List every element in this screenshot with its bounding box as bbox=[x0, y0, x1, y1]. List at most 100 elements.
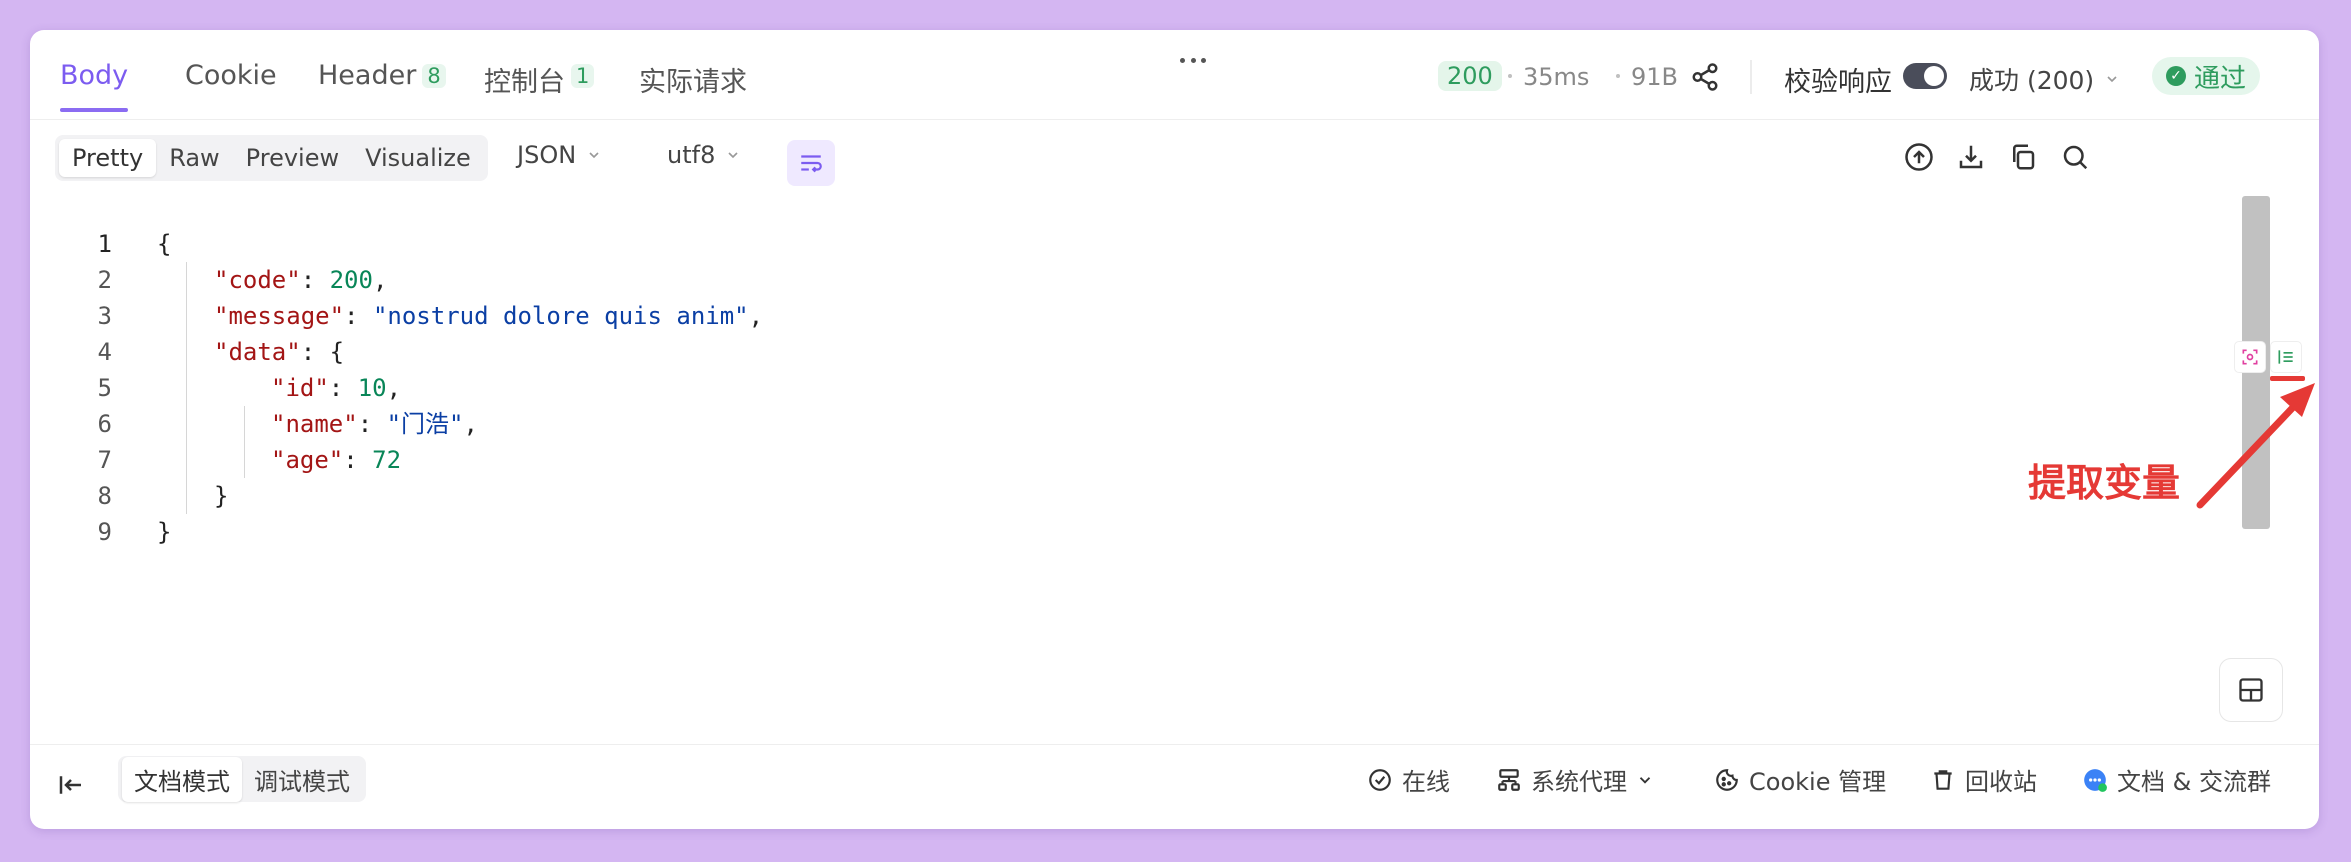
code-text: "id": 10, bbox=[271, 370, 401, 406]
tab-cookie[interactable]: Cookie bbox=[185, 60, 277, 110]
online-label: 在线 bbox=[1402, 768, 1450, 796]
tab-label: Cookie bbox=[185, 60, 277, 91]
result-select[interactable]: 成功 (200) bbox=[1969, 61, 2120, 97]
line-number: 3 bbox=[97, 302, 112, 330]
trash-button[interactable]: 回收站 bbox=[1930, 762, 2037, 797]
share-icon[interactable] bbox=[1690, 62, 1720, 92]
docs-label: 文档 & 交流群 bbox=[2117, 768, 2271, 796]
separator-dot bbox=[1616, 74, 1620, 78]
pass-badge: ✓ 通过 bbox=[2152, 57, 2261, 95]
tab-label: Body bbox=[60, 60, 129, 91]
network-icon bbox=[1498, 768, 1520, 791]
mode-debug[interactable]: 调试模式 bbox=[242, 757, 362, 802]
json-punctuation: : bbox=[343, 446, 373, 474]
cookie-label: Cookie 管理 bbox=[1749, 768, 1887, 796]
json-punctuation: : bbox=[300, 266, 330, 294]
locate-icon[interactable] bbox=[2234, 341, 2266, 373]
annotation-label: 提取变量 bbox=[2028, 461, 2181, 505]
json-punctuation: : bbox=[357, 410, 387, 438]
indent-guide bbox=[186, 262, 187, 514]
upload-icon[interactable] bbox=[1904, 142, 1934, 172]
collapse-sidebar-icon[interactable] bbox=[56, 770, 86, 800]
json-punctuation: : bbox=[328, 374, 358, 402]
cookie-manager[interactable]: Cookie 管理 bbox=[1714, 762, 1886, 797]
json-key: "message" bbox=[214, 302, 345, 330]
chevron-down-icon bbox=[2107, 76, 2117, 83]
layout-icon bbox=[2239, 678, 2263, 702]
json-punctuation: , bbox=[748, 302, 764, 330]
line-number: 1 bbox=[97, 230, 112, 258]
code-text: "message": "nostrud dolore quis anim", bbox=[214, 298, 763, 334]
copy-icon[interactable] bbox=[2008, 142, 2038, 172]
encoding-value: utf8 bbox=[667, 141, 716, 169]
view-pretty[interactable]: Pretty bbox=[59, 139, 157, 177]
online-status[interactable]: 在线 bbox=[1367, 762, 1450, 797]
separator-dot bbox=[1508, 74, 1512, 78]
json-punctuation: , bbox=[372, 266, 388, 294]
count-badge: 8 bbox=[422, 64, 446, 88]
code-text: "name": "门浩", bbox=[271, 406, 478, 442]
proxy-select[interactable]: 系统代理 bbox=[1496, 762, 1654, 797]
json-punctuation: } bbox=[157, 518, 172, 546]
check-circle-icon: ✓ bbox=[2166, 66, 2186, 86]
json-punctuation: : bbox=[344, 302, 373, 330]
view-visualize[interactable]: Visualize bbox=[352, 139, 484, 177]
json-string: "nostrud dolore quis anim" bbox=[372, 302, 749, 330]
line-number: 2 bbox=[97, 266, 112, 294]
check-circle-icon bbox=[1369, 768, 1391, 791]
json-punctuation: , bbox=[386, 374, 402, 402]
word-wrap-button[interactable] bbox=[787, 140, 835, 186]
count-badge: 1 bbox=[571, 64, 595, 88]
json-key: "id" bbox=[271, 374, 329, 402]
tab-console[interactable]: 控制台 1 bbox=[484, 60, 595, 110]
tab-body[interactable]: Body bbox=[60, 60, 129, 112]
extract-variable-icon[interactable] bbox=[2270, 341, 2302, 373]
trash-icon bbox=[1934, 769, 1952, 790]
tab-label: 控制台 bbox=[484, 67, 565, 98]
tab-header[interactable]: Header 8 bbox=[318, 60, 446, 110]
json-punctuation: { bbox=[157, 230, 172, 258]
trash-label: 回收站 bbox=[1965, 768, 2037, 796]
encoding-select[interactable]: utf8 bbox=[667, 141, 741, 169]
json-string: "门浩" bbox=[386, 410, 464, 438]
view-raw[interactable]: Raw bbox=[156, 139, 232, 177]
code-text: } bbox=[157, 514, 171, 550]
response-time: 35ms bbox=[1523, 63, 1590, 91]
tab-label: Header bbox=[318, 60, 417, 91]
json-punctuation: } bbox=[214, 482, 229, 510]
cookie-icon bbox=[1716, 768, 1738, 791]
json-number: 72 bbox=[372, 446, 402, 474]
line-number: 4 bbox=[97, 338, 112, 366]
divider bbox=[1750, 60, 1752, 94]
mode-segmented: 文档模式 调试模式 bbox=[118, 756, 366, 802]
layout-toggle-button[interactable] bbox=[2219, 658, 2283, 722]
view-mode-segmented: Pretty Raw Preview Visualize bbox=[55, 135, 488, 181]
code-text: "age": 72 bbox=[271, 442, 401, 478]
search-icon[interactable] bbox=[2060, 142, 2090, 172]
annotation-arrow-icon bbox=[2196, 383, 2315, 509]
validate-response-toggle[interactable] bbox=[1903, 63, 1947, 89]
code-text: { bbox=[157, 226, 171, 262]
indent-guide bbox=[244, 406, 245, 478]
json-number: 10 bbox=[357, 374, 387, 402]
chevron-down-icon bbox=[728, 152, 738, 159]
json-number: 200 bbox=[329, 266, 373, 294]
line-number: 9 bbox=[97, 518, 112, 546]
result-select-value: 成功 (200) bbox=[1969, 66, 2095, 95]
download-icon[interactable] bbox=[1956, 142, 1986, 172]
chat-bubble-icon bbox=[2084, 768, 2107, 792]
json-key: "name" bbox=[271, 410, 358, 438]
tab-label: 实际请求 bbox=[639, 67, 747, 98]
response-panel: Body Cookie Header 8 控制台 1 实际请求 200 35ms… bbox=[30, 30, 2319, 829]
view-preview[interactable]: Preview bbox=[233, 139, 352, 177]
docs-community[interactable]: 文档 & 交流群 bbox=[2082, 762, 2271, 797]
tab-actual-request[interactable]: 实际请求 bbox=[639, 60, 747, 110]
proxy-label: 系统代理 bbox=[1531, 768, 1627, 796]
json-key: "age" bbox=[271, 446, 344, 474]
line-number: 7 bbox=[97, 446, 112, 474]
format-select[interactable]: JSON bbox=[517, 141, 602, 169]
response-size: 91B bbox=[1631, 63, 1679, 91]
json-key: "data" bbox=[214, 338, 301, 366]
response-tabs: Body Cookie Header 8 控制台 1 实际请求 200 35ms… bbox=[30, 30, 2319, 120]
mode-doc[interactable]: 文档模式 bbox=[122, 756, 242, 802]
